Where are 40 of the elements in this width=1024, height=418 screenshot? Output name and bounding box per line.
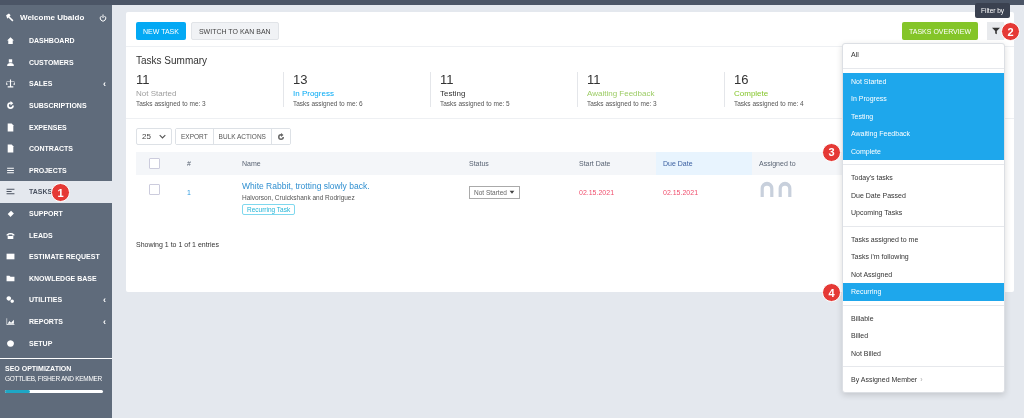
caret-icon	[508, 189, 515, 195]
summary-count: 11	[136, 72, 150, 87]
summary-count: 13	[293, 72, 308, 87]
document-icon	[6, 144, 15, 154]
document-icon	[6, 122, 15, 132]
task-name-link[interactable]: White Rabbit, trotting slowly back.	[242, 181, 370, 191]
refresh-icon	[6, 101, 15, 111]
summary-count: 16	[734, 72, 749, 87]
list-icon	[6, 187, 15, 197]
scale-icon	[6, 79, 15, 89]
avatar-icon	[777, 181, 793, 197]
summary-count: 11	[440, 72, 454, 87]
filter-icon	[991, 27, 1000, 35]
refresh-icon	[276, 132, 285, 141]
phone-icon	[6, 230, 15, 240]
folder-icon	[6, 273, 15, 283]
select-all-checkbox[interactable]	[149, 158, 160, 169]
avatar-icon	[759, 181, 775, 197]
user-icon	[6, 57, 15, 67]
callout-badge: 4	[822, 283, 841, 302]
chart-icon	[6, 317, 15, 326]
page-size-select[interactable]: 25	[136, 128, 172, 145]
hammer-icon	[5, 13, 14, 22]
summary-label: Not Started	[136, 89, 177, 98]
filter-button[interactable]	[987, 22, 1004, 40]
callout-badge: 1	[51, 183, 70, 203]
card-icon	[6, 252, 15, 262]
home-icon	[6, 36, 15, 46]
callout-badge: 3	[822, 142, 841, 162]
chevron-down-icon	[159, 133, 166, 140]
row-checkbox[interactable]	[149, 184, 160, 195]
summary-label: Awaiting Feedback	[587, 89, 655, 98]
list-icon	[6, 165, 15, 175]
summary-label: Testing	[440, 89, 466, 98]
power-icon[interactable]	[99, 13, 107, 22]
summary-label: Complete	[734, 89, 769, 98]
summary-title: Tasks Summary	[136, 55, 209, 66]
summary-label: In Progress	[293, 89, 334, 98]
welcome-text: Welcome Ubaldo	[20, 13, 86, 22]
summary-count: 11	[587, 72, 601, 87]
